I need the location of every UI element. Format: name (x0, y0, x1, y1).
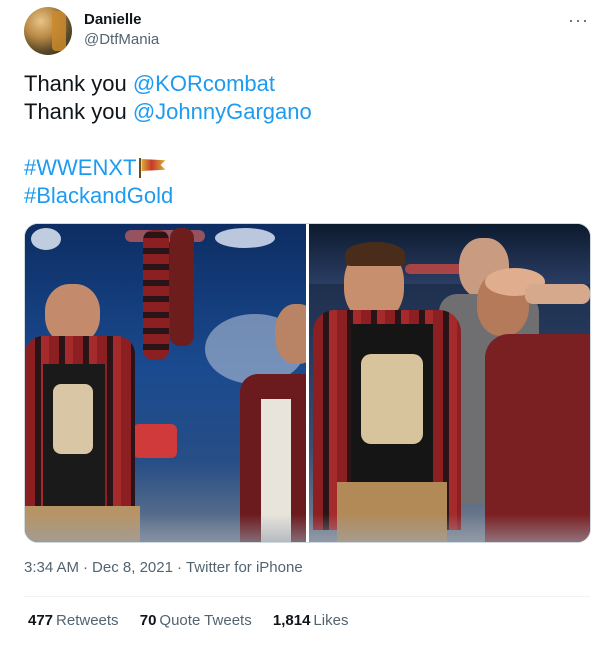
tweet-source[interactable]: Twitter for iPhone (186, 559, 303, 576)
tweet-line-2: Thank you @JohnnyGargano (24, 98, 312, 126)
likes-count: 1,814 (272, 612, 311, 629)
hashtag-blackandgold[interactable]: #BlackandGold (24, 183, 173, 208)
mention-korcombat[interactable]: @KORcombat (133, 71, 275, 96)
meta-separator: · (83, 559, 89, 576)
author-handle[interactable]: @DtfMania (84, 31, 159, 48)
quote-tweets-label: Quote Tweets (159, 612, 252, 629)
retweets-stat[interactable]: 477 Retweets (28, 612, 119, 629)
media-grid (24, 223, 591, 543)
divider-top (24, 596, 590, 597)
quote-tweets-count: 70 (139, 612, 157, 629)
engagement-stats: 477 Retweets 70 Quote Tweets 1,814 Likes (28, 612, 365, 629)
hashtag-wwenxt[interactable]: #WWENXT (24, 155, 136, 180)
tweet-photo-1[interactable] (25, 224, 306, 542)
more-options-icon[interactable]: ··· (568, 10, 589, 31)
author-avatar[interactable] (24, 7, 72, 55)
tweet-text: Thank you @KORcombat Thank you @JohnnyGa… (24, 70, 312, 210)
quote-tweets-stat[interactable]: 70 Quote Tweets (140, 612, 252, 629)
tweet-line-hashtag-2: #BlackandGold (24, 182, 312, 210)
tweet-photo-2[interactable] (309, 224, 590, 542)
likes-label: Likes (313, 612, 349, 629)
tweet-line-2-prefix: Thank you (24, 99, 133, 124)
tweet-line-1-prefix: Thank you (24, 71, 133, 96)
avatar-detail (52, 11, 66, 51)
nxt-hashflag-icon (137, 158, 167, 178)
likes-stat[interactable]: 1,814 Likes (273, 612, 349, 629)
meta-separator: · (176, 559, 182, 576)
tweet-time[interactable]: 3:34 AM (24, 559, 79, 576)
tweet-line-1: Thank you @KORcombat (24, 70, 312, 98)
author-name[interactable]: Danielle (84, 11, 142, 28)
retweets-count: 477 (28, 612, 54, 629)
tweet-metadata: 3:34 AM · Dec 8, 2021 · Twitter for iPhone (24, 559, 303, 576)
retweets-label: Retweets (56, 612, 119, 629)
mention-johnnygargano[interactable]: @JohnnyGargano (133, 99, 312, 124)
tweet-date[interactable]: Dec 8, 2021 (92, 559, 173, 576)
tweet-line-hashtag-1: #WWENXT (24, 154, 312, 182)
